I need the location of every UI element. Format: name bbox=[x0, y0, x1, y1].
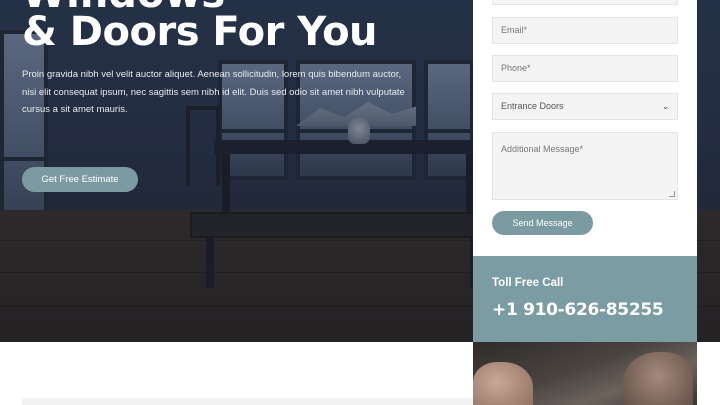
photo-hand bbox=[623, 352, 693, 405]
chevron-down-icon: ⌄ bbox=[662, 102, 669, 111]
worker-photo bbox=[473, 342, 697, 405]
message-placeholder: Additional Message* bbox=[501, 144, 584, 154]
message-textarea[interactable]: Additional Message* bbox=[492, 132, 678, 200]
section-divider bbox=[22, 398, 473, 405]
contact-form: Email* Phone* Entrance Doors ⌄ Additiona… bbox=[473, 0, 697, 256]
toll-free-box: Toll Free Call +1 910-626-85255 bbox=[473, 256, 697, 342]
resize-handle-icon[interactable] bbox=[669, 191, 675, 197]
toll-free-label: Toll Free Call bbox=[492, 277, 564, 289]
hero-description: Proin gravida nibh vel velit auctor aliq… bbox=[22, 69, 405, 115]
toll-free-number[interactable]: +1 910-626-85255 bbox=[492, 300, 664, 320]
service-select[interactable]: Entrance Doors ⌄ bbox=[492, 93, 678, 120]
hero-title: & Doors For You bbox=[22, 9, 378, 55]
email-field[interactable]: Email* bbox=[492, 17, 678, 44]
photo-hand bbox=[473, 362, 533, 405]
get-free-estimate-button[interactable]: Get Free Estimate bbox=[22, 167, 138, 192]
phone-field[interactable]: Phone* bbox=[492, 55, 678, 82]
send-message-button[interactable]: Send Message bbox=[492, 211, 593, 235]
name-field[interactable] bbox=[492, 0, 678, 5]
service-select-value: Entrance Doors bbox=[501, 101, 564, 111]
